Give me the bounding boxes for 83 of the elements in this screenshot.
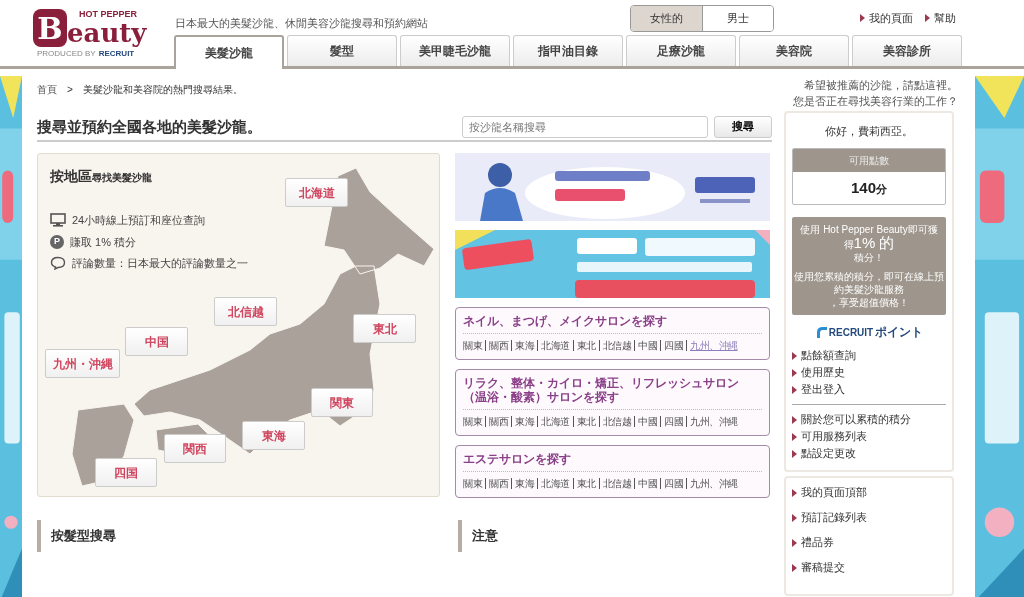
region-link[interactable]: 東海 (511, 416, 537, 427)
tagline: 日本最大的美髮沙龍、休閒美容沙龍搜尋和預約網站 (175, 16, 428, 31)
section-heading: 按髮型搜尋 (37, 520, 440, 552)
salon-category-title[interactable]: リラク、整体・カイロ・矯正、リフレッシュサロン（温浴・酸素）サロンを探す (463, 376, 762, 410)
nav-tab[interactable]: 髮型 (287, 35, 397, 66)
recruit-point-logo: RECRUIT ポイント (792, 323, 946, 341)
region-link[interactable]: 東海 (511, 340, 537, 351)
points-icon: P (50, 234, 64, 249)
region-link[interactable]: 北信越 (598, 478, 634, 489)
region-link[interactable]: 九州、沖縄 (686, 478, 741, 489)
region-button[interactable]: 北信越 (214, 297, 277, 326)
map-title: 按地區尋找美髮沙龍 (50, 168, 152, 184)
sidebar-link[interactable]: 可用服務列表 (792, 428, 946, 445)
monitor-icon (50, 213, 66, 228)
feature-text: 24小時線上預訂和座位查詢 (72, 213, 206, 228)
comment-icon (50, 256, 66, 271)
region-link[interactable]: 北海道 (537, 478, 573, 489)
region-link[interactable]: 北信越 (598, 416, 634, 427)
greeting-text: 你好，費莉西亞。 (824, 124, 914, 139)
region-link[interactable]: 中國 (634, 340, 660, 351)
region-link[interactable]: 北海道 (537, 416, 573, 427)
notice-link[interactable]: 希望被推薦的沙龍，請點這裡。 (804, 79, 958, 91)
region-link[interactable]: 北海道 (537, 340, 573, 351)
search-button[interactable]: 搜尋 (714, 115, 772, 138)
feature-text: 評論數量：日本最大的評論數量之一 (72, 256, 248, 271)
region-button[interactable]: 関西 (164, 434, 226, 463)
nav-tab[interactable]: 美髮沙龍 (174, 35, 284, 69)
header-link[interactable]: 幫助 (925, 10, 956, 27)
nav-tab[interactable]: 美容院 (739, 35, 849, 66)
salon-category-title[interactable]: ネイル、まつげ、メイクサロンを探す (463, 314, 762, 334)
region-button[interactable]: 関東 (311, 388, 373, 417)
region-link[interactable]: 關西 (485, 478, 511, 489)
region-button[interactable]: 四国 (95, 458, 157, 487)
section-heading: 注意 (458, 520, 772, 552)
region-link[interactable]: 東海 (511, 478, 537, 489)
region-link[interactable]: 四國 (660, 478, 686, 489)
region-link[interactable]: 北信越 (598, 340, 634, 351)
region-link[interactable]: 九州、沖縄 (686, 340, 741, 351)
region-button[interactable]: 東海 (242, 421, 305, 450)
gender-toggle-button[interactable]: 女性的 (631, 6, 702, 31)
region-link[interactable]: 關西 (485, 416, 511, 427)
region-link[interactable]: 東北 (572, 416, 599, 427)
points-label: 可用點數 (793, 148, 945, 172)
region-link[interactable]: 四國 (660, 340, 686, 351)
points-promo-text: 使用 Hot Pepper Beauty即可獲 得1% 的 積分！ 使用您累積的積分，即可在線上預約美髮沙龍服務 ，享受超值價格！ (792, 217, 946, 315)
nav-tab[interactable]: 美容診所 (852, 35, 962, 66)
region-button[interactable]: 東北 (353, 314, 416, 343)
breadcrumb-separator: > (67, 83, 73, 97)
nav-tab[interactable]: 足療沙龍 (626, 35, 736, 66)
region-link[interactable]: 關東 (463, 478, 485, 489)
page-heading: 搜尋並預約全國各地的美髮沙龍。 (37, 117, 262, 136)
header-link[interactable]: 我的頁面 (860, 10, 913, 27)
sidebar-link[interactable]: 點餘額查詢 (792, 347, 946, 364)
region-link[interactable]: 中國 (634, 478, 660, 489)
feature-text: 賺取 1% 積分 (70, 234, 136, 250)
region-link[interactable]: 關東 (463, 416, 485, 427)
region-link[interactable]: 九州、沖縄 (686, 416, 741, 427)
region-link[interactable]: 四國 (660, 416, 686, 427)
region-button[interactable]: 中国 (125, 327, 188, 356)
sidebar-link[interactable]: 禮品券 (792, 534, 946, 551)
sidebar-link[interactable]: 登出登入 (792, 381, 946, 398)
sidebar-link[interactable]: 關於您可以累積的積分 (792, 411, 946, 428)
region-link[interactable]: 關西 (485, 340, 511, 351)
region-button[interactable]: 九州・沖縄 (45, 349, 120, 378)
region-button[interactable]: 北海道 (285, 178, 348, 207)
gender-toggle-button[interactable]: 男士 (702, 6, 773, 31)
nav-tab[interactable]: 美甲睫毛沙龍 (400, 35, 510, 66)
breadcrumb-current: 美髮沙龍和美容院的熱門搜尋結果。 (82, 83, 243, 97)
sidebar-link[interactable]: 我的頁面頂部 (792, 484, 946, 501)
breadcrumb-link[interactable]: 首頁 (37, 82, 57, 109)
nav-tab[interactable]: 指甲油目錄 (513, 35, 623, 66)
sidebar-link[interactable]: 使用歷史 (792, 364, 946, 381)
notice-link[interactable]: 您是否正在尋找美容行業的工作？ (793, 95, 958, 107)
salon-category-title[interactable]: エステサロンを探す (463, 452, 762, 472)
region-link[interactable]: 中國 (634, 416, 660, 427)
sidebar-link[interactable]: 預訂記錄列表 (792, 509, 946, 526)
sidebar-link[interactable]: 點設定更改 (792, 445, 946, 462)
sidebar-link[interactable]: 審稿提交 (792, 559, 946, 576)
region-link[interactable]: 東北 (572, 340, 599, 351)
region-link[interactable]: 關東 (463, 340, 485, 351)
points-value: 140分 (850, 177, 888, 198)
region-link[interactable]: 東北 (572, 478, 599, 489)
search-field[interactable]: 按沙龍名稱搜尋 (462, 115, 708, 138)
